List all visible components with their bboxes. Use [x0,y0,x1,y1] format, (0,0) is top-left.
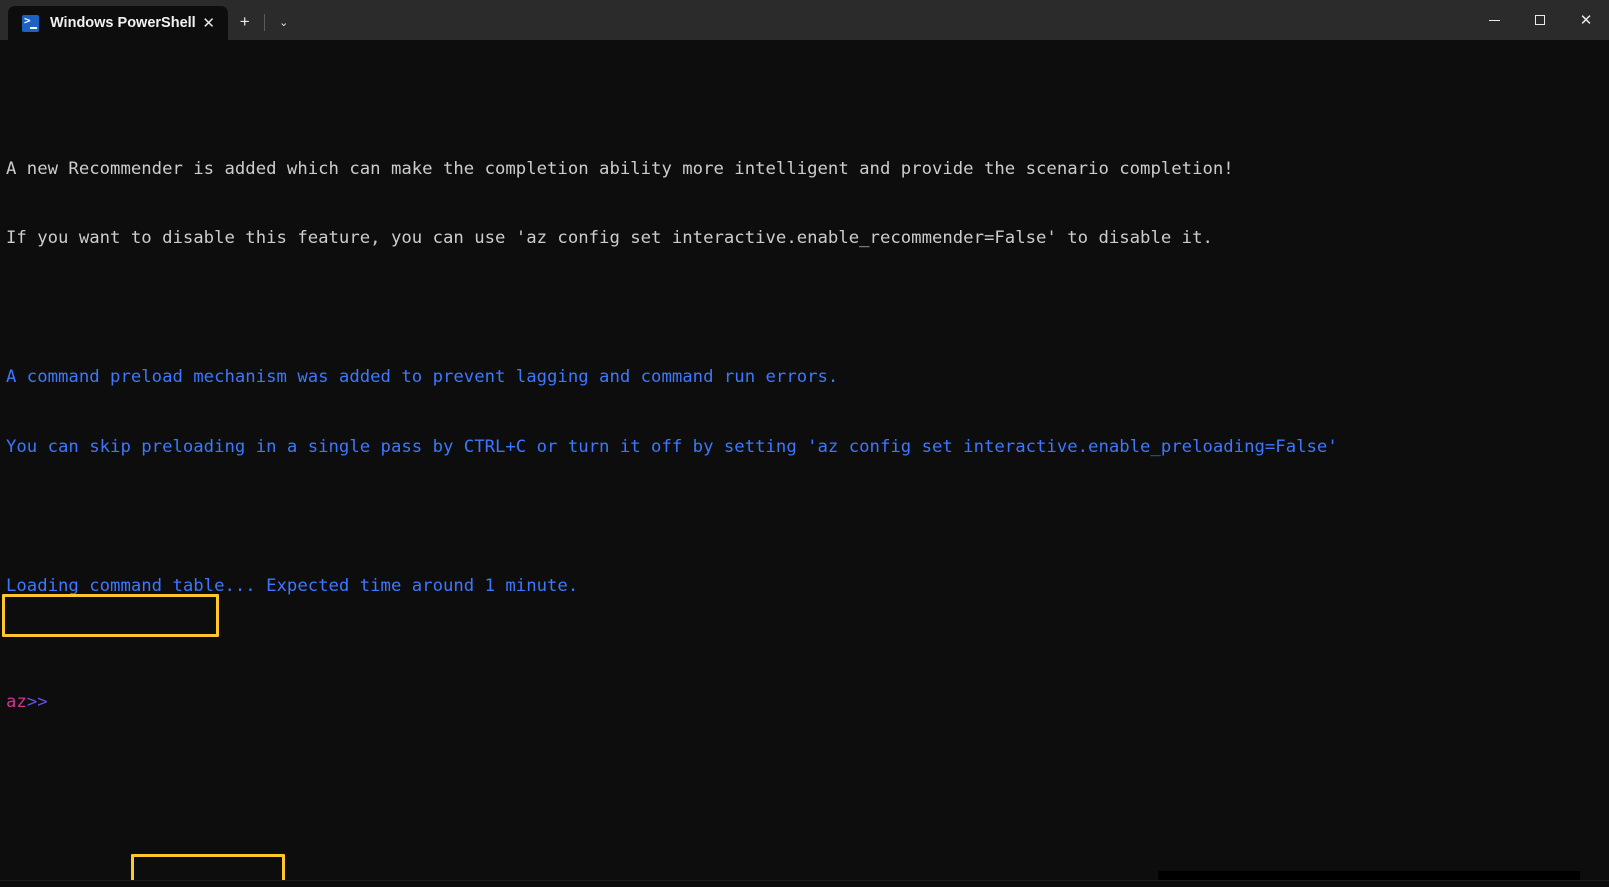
tab-strip: Windows PowerShell ✕ + ⌄ [0,0,301,40]
window-controls: ✕ [1471,0,1609,40]
banner-line-2: If you want to disable this feature, you… [6,227,1606,250]
banner-line-3: A command preload mechanism was added to… [6,366,1606,389]
prompt-name: az [6,692,27,712]
title-bar: Windows PowerShell ✕ + ⌄ ✕ [0,0,1609,40]
window-close-icon[interactable]: ✕ [1563,0,1609,40]
powershell-icon [22,15,39,32]
banner-line-4: You can skip preloading in a single pass… [6,436,1606,459]
chevron-down-icon[interactable]: ⌄ [267,5,301,39]
banner-blank-1 [6,297,1606,320]
terminal-surface[interactable]: A new Recommender is added which can mak… [0,40,1609,887]
prompt-line[interactable]: az>> [6,691,1606,714]
terminal-screen: A new Recommender is added which can mak… [6,88,1606,887]
close-icon[interactable]: ✕ [196,10,222,36]
banner-blank-2 [6,506,1606,529]
loading-line: Loading command table... Expected time a… [6,575,1606,598]
tab-divider [264,14,265,31]
prompt-arrows: >> [27,692,48,712]
minimize-icon[interactable] [1471,0,1517,40]
new-tab-icon[interactable]: + [228,5,262,39]
banner-line-1: A new Recommender is added which can mak… [6,158,1606,181]
tab-title: Windows PowerShell [50,15,196,31]
terminal-status-strip [0,880,1609,887]
filler-row [6,807,1606,830]
maximize-icon[interactable] [1517,0,1563,40]
tab-windows-powershell[interactable]: Windows PowerShell ✕ [8,6,228,40]
